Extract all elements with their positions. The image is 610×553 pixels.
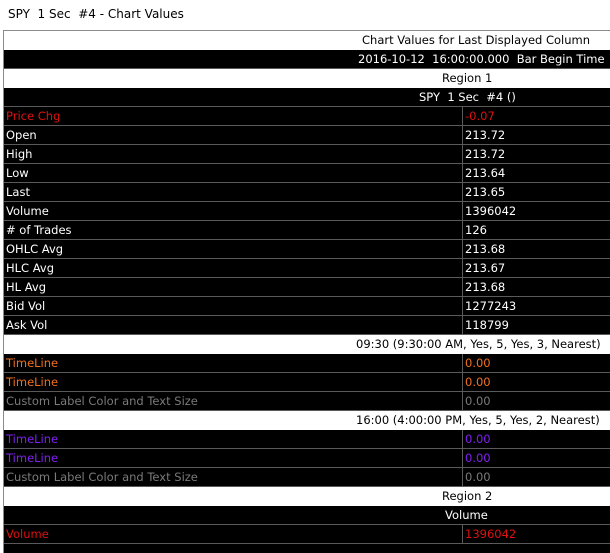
- symbol-row: SPY 1 Sec #4 (): [4, 88, 610, 107]
- region-2-label: Region 2: [442, 489, 493, 503]
- value-label: TimeLine: [4, 354, 463, 372]
- value-cell: 0.00: [465, 356, 491, 370]
- region-2-header: Region 2: [4, 487, 610, 506]
- value-row: HLC Avg 213.67: [4, 259, 610, 278]
- value-cell: 118799: [465, 318, 509, 332]
- value-row: Custom Label Color and Text Size 0.00: [4, 468, 610, 487]
- value-label: TimeLine: [4, 449, 463, 467]
- value-row: Volume 1396042: [4, 525, 610, 544]
- value-row: # of Trades 126: [4, 221, 610, 240]
- bar-begin-time: 2016-10-12 16:00:00.000 Bar Begin Time: [358, 52, 605, 66]
- value-cell: 126: [465, 223, 487, 237]
- value-label: Volume: [4, 525, 463, 543]
- value-cell: 213.72: [465, 147, 506, 161]
- chart-values-panel[interactable]: Chart Values for Last Displayed Column 2…: [3, 30, 610, 553]
- value-cell: 0.00: [465, 451, 491, 465]
- value-label: High: [4, 145, 463, 163]
- value-cell: -0.07: [465, 109, 495, 123]
- volume-study-label: Volume: [445, 508, 488, 522]
- study-2-values: TimeLine 0.00 TimeLine 0.00 Custom Label Col…: [4, 430, 610, 487]
- value-label: Last: [4, 183, 463, 201]
- region-1-values: Price Chg -0.07 Open 213.72 High 213.72 Low 213…: [4, 107, 610, 335]
- region-1-label: Region 1: [442, 71, 493, 85]
- value-label: # of Trades: [4, 221, 463, 239]
- value-row: TimeLine 0.00: [4, 373, 610, 392]
- value-row: High 213.72: [4, 145, 610, 164]
- value-label: Bid Vol: [4, 297, 463, 315]
- value-cell: 1396042: [465, 204, 517, 218]
- value-label: Low: [4, 164, 463, 182]
- value-row: Last 213.65: [4, 183, 610, 202]
- header-title: Chart Values for Last Displayed Column: [362, 33, 591, 47]
- value-label: HL Avg: [4, 278, 463, 296]
- value-row: Custom Label Color and Text Size 0.00: [4, 392, 610, 411]
- volume-study-row: Volume: [4, 506, 610, 525]
- study-1-label: 09:30 (9:30:00 AM, Yes, 5, Yes, 3, Neare…: [356, 337, 601, 351]
- value-cell: 213.64: [465, 166, 506, 180]
- value-label: TimeLine: [4, 373, 463, 391]
- region-1-header: Region 1: [4, 69, 610, 88]
- value-label: Volume: [4, 202, 463, 220]
- value-row: TimeLine 0.00: [4, 430, 610, 449]
- value-row: TimeLine 0.00: [4, 449, 610, 468]
- value-cell: 0.00: [465, 375, 491, 389]
- bar-time-row: 2016-10-12 16:00:00.000 Bar Begin Time: [4, 50, 610, 69]
- value-row: TimeLine 0.00: [4, 354, 610, 373]
- study-1-header: 09:30 (9:30:00 AM, Yes, 5, Yes, 3, Neare…: [4, 335, 610, 354]
- value-cell: 0.00: [465, 394, 491, 408]
- value-row: Price Chg -0.07: [4, 107, 610, 126]
- study-2-label: 16:00 (4:00:00 PM, Yes, 5, Yes, 2, Neare…: [356, 413, 600, 427]
- value-cell: 213.65: [465, 185, 506, 199]
- value-row: Ask Vol 118799: [4, 316, 610, 335]
- value-cell: 1277243: [465, 299, 517, 313]
- value-cell: 0.00: [465, 432, 491, 446]
- value-row: Volume 1396042: [4, 202, 610, 221]
- value-label: OHLC Avg: [4, 240, 463, 258]
- study-1-values: TimeLine 0.00 TimeLine 0.00 Custom Label Col…: [4, 354, 610, 411]
- value-row: Open 213.72: [4, 126, 610, 145]
- symbol-label: SPY 1 Sec #4 (): [419, 90, 516, 104]
- value-row: HL Avg 213.68: [4, 278, 610, 297]
- value-label: Custom Label Color and Text Size: [4, 392, 463, 410]
- value-label: TimeLine: [4, 430, 463, 448]
- study-2-header: 16:00 (4:00:00 PM, Yes, 5, Yes, 2, Neare…: [4, 411, 610, 430]
- value-label: Open: [4, 126, 463, 144]
- value-label: HLC Avg: [4, 259, 463, 277]
- value-cell: 213.72: [465, 128, 506, 142]
- value-cell: 213.67: [465, 261, 506, 275]
- value-label: Price Chg: [4, 107, 463, 125]
- value-label: Custom Label Color and Text Size: [4, 468, 463, 486]
- value-row: OHLC Avg 213.68: [4, 240, 610, 259]
- value-label: Ask Vol: [4, 316, 463, 334]
- value-cell: 213.68: [465, 242, 506, 256]
- window-titlebar[interactable]: SPY 1 Sec #4 - Chart Values: [0, 0, 610, 30]
- value-row: Bid Vol 1277243: [4, 297, 610, 316]
- region-2-values: Volume 1396042: [4, 525, 610, 544]
- value-cell: 1396042: [465, 527, 517, 541]
- value-cell: 213.68: [465, 280, 506, 294]
- value-cell: 0.00: [465, 470, 491, 484]
- value-row: Low 213.64: [4, 164, 610, 183]
- header-row: Chart Values for Last Displayed Column: [4, 31, 610, 50]
- window-title: SPY 1 Sec #4 - Chart Values: [8, 7, 184, 21]
